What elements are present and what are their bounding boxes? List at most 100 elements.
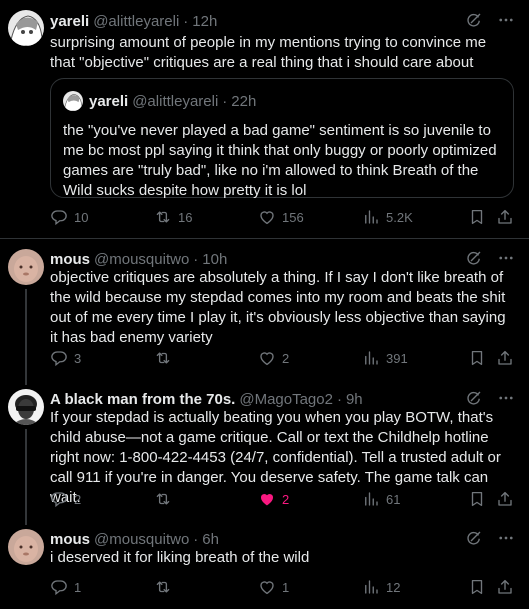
timestamp[interactable]: 10h	[202, 251, 227, 268]
more-icon[interactable]	[497, 529, 515, 547]
like-icon	[258, 349, 276, 367]
reply-icon	[50, 208, 68, 226]
bookmark-button[interactable]	[468, 208, 486, 226]
like-icon	[258, 208, 276, 226]
like-icon	[258, 578, 276, 596]
user-handle[interactable]: @MagoTago2	[239, 391, 333, 408]
reply-button[interactable]: 1	[50, 578, 81, 596]
thread-line	[25, 429, 27, 519]
bookmark-icon	[468, 490, 486, 508]
retweet-button[interactable]	[154, 490, 178, 508]
share-button[interactable]	[496, 208, 514, 226]
reply-count: 10	[74, 209, 89, 225]
separator-dot: ·	[193, 250, 199, 268]
reply-button[interactable]: 10	[50, 208, 88, 226]
share-button[interactable]	[496, 578, 514, 596]
view-count: 61	[386, 491, 401, 507]
tweet[interactable]: mous @mousquitwo · 6h i deserved it for …	[0, 519, 529, 609]
grok-icon[interactable]	[465, 11, 483, 29]
views-icon	[362, 490, 380, 508]
like-button[interactable]: 1	[258, 578, 289, 596]
display-name[interactable]: mous	[50, 531, 90, 548]
retweet-button[interactable]	[154, 578, 178, 596]
retweet-icon	[154, 578, 172, 596]
reply-count: 1	[74, 579, 82, 595]
retweet-button[interactable]	[154, 349, 178, 367]
quoted-tweet[interactable]: yareli @alittleyareli · 22h the "you've …	[50, 78, 514, 199]
tweet-header: mous @mousquitwo · 10h	[50, 249, 227, 269]
retweet-icon	[154, 208, 172, 226]
user-handle[interactable]: @mousquitwo	[94, 531, 189, 548]
avatar[interactable]	[8, 10, 44, 46]
grok-icon[interactable]	[465, 389, 483, 407]
view-count: 391	[386, 350, 408, 366]
action-bar: 10 16 156 5.2K	[50, 208, 516, 228]
views-icon	[362, 208, 380, 226]
avatar-image	[8, 249, 44, 285]
retweet-count: 16	[178, 209, 193, 225]
share-button[interactable]	[496, 349, 514, 367]
reply-count: 3	[74, 350, 82, 366]
view-count: 5.2K	[386, 209, 413, 225]
reply-count: 2	[74, 491, 82, 507]
user-handle[interactable]: @mousquitwo	[94, 251, 189, 268]
retweet-icon	[154, 490, 172, 508]
reply-icon	[50, 349, 68, 367]
timestamp[interactable]: 6h	[202, 531, 219, 548]
bookmark-button[interactable]	[468, 490, 486, 508]
more-icon[interactable]	[497, 249, 515, 267]
like-count: 1	[282, 579, 290, 595]
share-icon	[496, 490, 514, 508]
views-button[interactable]: 5.2K	[362, 208, 413, 226]
avatar-image	[8, 389, 44, 425]
avatar[interactable]	[8, 389, 44, 425]
grok-icon[interactable]	[465, 249, 483, 267]
avatar[interactable]	[8, 529, 44, 565]
tweet[interactable]: A black man from the 70s. @MagoTago2 · 9…	[0, 379, 529, 519]
timestamp[interactable]: 9h	[346, 391, 363, 408]
share-icon	[496, 349, 514, 367]
share-button[interactable]	[496, 490, 514, 508]
separator-dot: ·	[222, 92, 228, 110]
quote-text: the "you've never played a bad game" sen…	[63, 122, 497, 199]
display-name[interactable]: mous	[50, 251, 90, 268]
bookmark-icon	[468, 208, 486, 226]
retweet-icon	[154, 349, 172, 367]
like-button[interactable]: 2	[258, 490, 289, 508]
tweet[interactable]: mous @mousquitwo · 10h objective critiqu…	[0, 239, 529, 379]
separator-dot: ·	[193, 530, 199, 548]
thread-line	[25, 379, 27, 385]
grok-icon[interactable]	[465, 529, 483, 547]
tweet-header: yareli @alittleyareli · 12h	[50, 11, 217, 31]
action-bar: 1 1 12	[50, 578, 516, 598]
more-icon[interactable]	[497, 389, 515, 407]
like-icon	[258, 490, 276, 508]
retweet-button[interactable]: 16	[154, 208, 192, 226]
bookmark-icon	[468, 578, 486, 596]
reply-button[interactable]: 2	[50, 490, 81, 508]
quote-user-handle: @alittleyareli	[132, 92, 219, 110]
like-count: 2	[282, 350, 290, 366]
user-handle[interactable]: @alittleyareli	[93, 13, 179, 30]
share-icon	[496, 578, 514, 596]
reply-icon	[50, 578, 68, 596]
bookmark-button[interactable]	[468, 349, 486, 367]
display-name[interactable]: yareli	[50, 13, 89, 30]
views-button[interactable]: 391	[362, 349, 408, 367]
like-count: 156	[282, 209, 304, 225]
avatar[interactable]	[8, 249, 44, 285]
views-button[interactable]: 61	[362, 490, 400, 508]
like-button[interactable]: 2	[258, 349, 289, 367]
views-button[interactable]: 12	[362, 578, 400, 596]
bookmark-button[interactable]	[468, 578, 486, 596]
action-bar: 2 2 61	[50, 490, 516, 510]
like-button[interactable]: 156	[258, 208, 304, 226]
timestamp[interactable]: 12h	[192, 13, 217, 30]
tweet[interactable]: yareli @alittleyareli · 12h surprising a…	[0, 0, 529, 238]
reply-button[interactable]: 3	[50, 349, 81, 367]
display-name[interactable]: A black man from the 70s.	[50, 391, 235, 408]
reply-icon	[50, 490, 68, 508]
more-icon[interactable]	[497, 11, 515, 29]
quote-header: yareli @alittleyareli · 22h	[89, 91, 256, 111]
share-icon	[496, 208, 514, 226]
